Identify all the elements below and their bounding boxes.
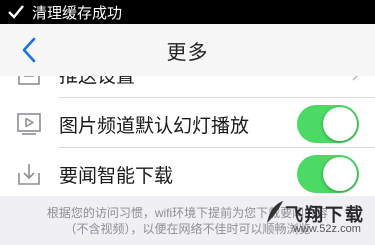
toast-banner: 清理缓存成功 (0, 0, 375, 24)
settings-row-slideshow: 图片频道默认幻灯播放 (0, 100, 375, 148)
feather-icon (267, 201, 283, 223)
row-divider (59, 147, 375, 148)
settings-row-label: 推送设置 (59, 76, 136, 87)
settings-row-label: 图片频道默认幻灯播放 (59, 115, 250, 137)
notification-icon (18, 76, 40, 85)
settings-screen: 清理缓存成功 更多 推送设置 图片频道默认幻灯播放 要闻智能下载 根据您的访问习… (0, 0, 375, 245)
row-divider (59, 97, 375, 98)
chevron-right-icon (352, 76, 359, 81)
page-title: 更多 (166, 42, 209, 64)
watermark-logo: 飞翔下载 www.52z.com (263, 199, 371, 241)
download-icon (18, 164, 40, 185)
toggle-knob (323, 107, 357, 141)
toast-text: 清理缓存成功 (32, 4, 123, 22)
settings-row-push[interactable]: 推送设置 (0, 76, 375, 98)
smart-download-toggle[interactable] (297, 155, 359, 193)
slideshow-icon (17, 113, 41, 135)
nav-bar: 更多 (0, 24, 375, 76)
settings-row-smart-download: 要闻智能下载 (0, 150, 375, 196)
toggle-knob (323, 157, 357, 191)
slideshow-toggle[interactable] (297, 105, 359, 143)
checkmark-icon (8, 5, 24, 19)
settings-row-label: 要闻智能下载 (59, 165, 174, 187)
settings-list: 推送设置 图片频道默认幻灯播放 要闻智能下载 (0, 76, 375, 196)
watermark-url: www.52z.com (293, 223, 361, 235)
